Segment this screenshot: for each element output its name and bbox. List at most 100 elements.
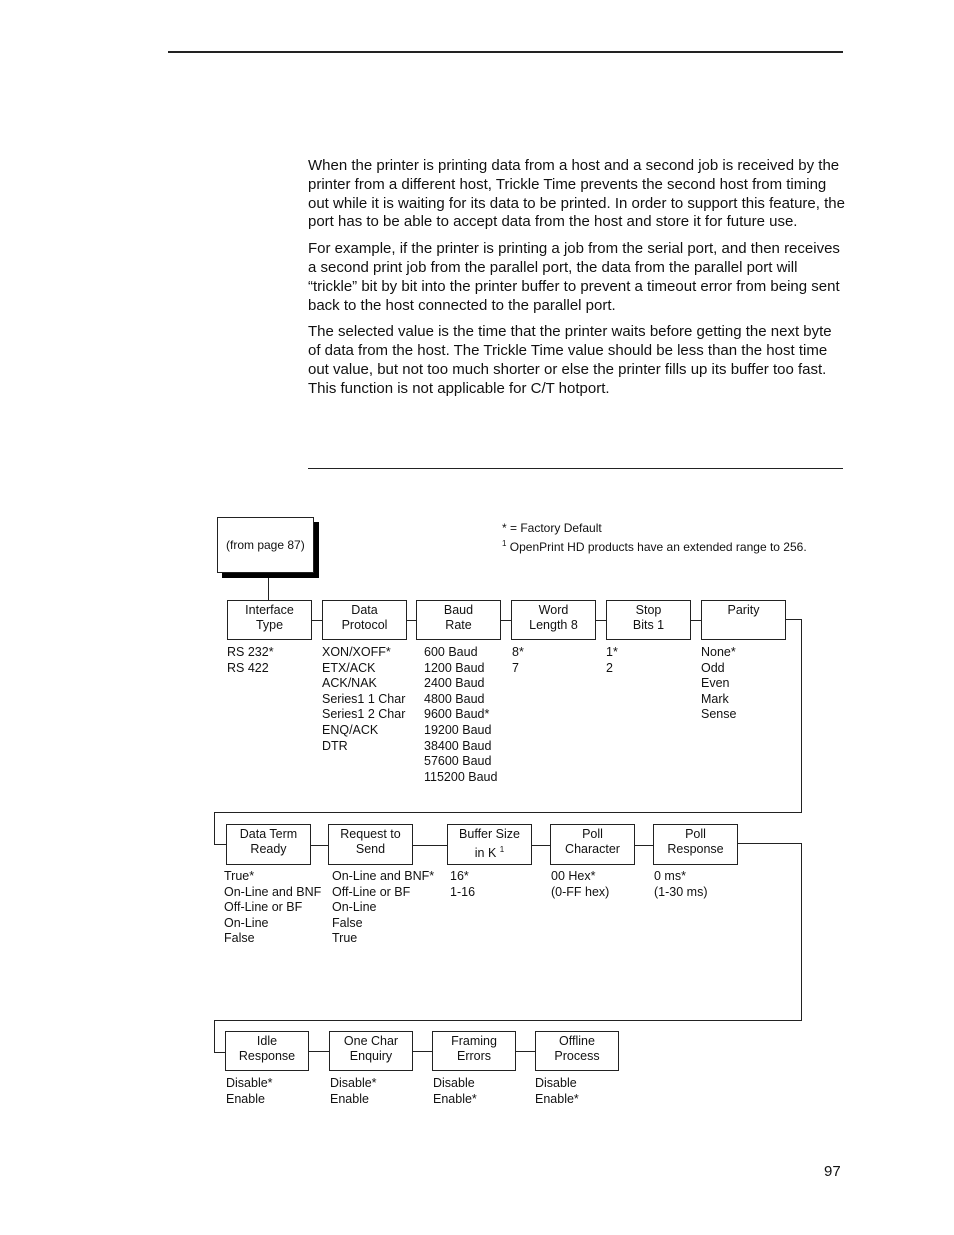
section-rule xyxy=(308,468,843,469)
connector-line xyxy=(214,812,215,845)
connector-line xyxy=(691,620,701,621)
option-item: Disable xyxy=(535,1076,577,1090)
connector-line xyxy=(413,845,447,846)
option-item: False xyxy=(224,931,255,946)
menu-node-framing-errors: Framing Errors xyxy=(432,1031,516,1071)
option-item: 1200 Baud xyxy=(424,660,485,675)
node-label-line2: Character xyxy=(551,842,634,857)
connector-line xyxy=(312,620,322,621)
option-list: Disable Enable* xyxy=(433,1076,477,1107)
connector-line xyxy=(516,1051,535,1052)
option-list: True* On-Line and BNF Off-Line or BF On-Lin… xyxy=(224,869,321,947)
option-list: 16* 1-16 xyxy=(450,869,475,900)
option-item: 115200 Baud xyxy=(424,769,498,784)
option-item: 38400 Baud xyxy=(424,738,492,753)
option-item: Enable xyxy=(226,1091,265,1106)
option-list: XON/XOFF* ETX/ACK ACK/NAK Series1 1 Char Ser… xyxy=(322,645,405,754)
option-item: RS 422 xyxy=(227,660,269,675)
node-label-line1: Poll xyxy=(685,827,706,841)
node-label-line1: Buffer Size xyxy=(459,827,520,841)
menu-node-stop-bits-1: Stop Bits 1 xyxy=(606,600,691,640)
node-label-line1: Word xyxy=(538,603,569,617)
node-label-line1: Offline xyxy=(559,1034,595,1048)
node-label-line1: Idle xyxy=(256,1034,278,1048)
connector-line xyxy=(214,844,226,845)
node-label-line1: Data Term xyxy=(239,827,298,841)
node-label-line1: Baud xyxy=(443,603,474,617)
option-item: Enable* xyxy=(535,1091,579,1106)
option-list: 1* 2 xyxy=(606,645,618,676)
node-label-line2: Errors xyxy=(433,1049,515,1064)
node-label-line2: Type xyxy=(228,618,311,633)
node-label-line1: Interface xyxy=(245,603,294,617)
page-number: 97 xyxy=(824,1163,841,1180)
node-label-text: Length 8 xyxy=(529,618,578,632)
node-label-line2: in K 1 xyxy=(448,842,531,861)
footnote-text: OpenPrint HD products have an extended r… xyxy=(509,540,807,554)
paragraph-2: For example, if the printer is printing … xyxy=(308,240,840,314)
connector-line xyxy=(214,812,802,813)
node-label-line1: Parity xyxy=(727,603,760,617)
option-item: 600 Baud xyxy=(424,645,478,659)
option-item: 4800 Baud xyxy=(424,691,485,706)
node-label-line2: Ready xyxy=(227,842,310,857)
from-page-label: (from page 87) xyxy=(226,538,305,552)
node-label-text: in K xyxy=(474,846,497,861)
footnote-mark: 1 xyxy=(502,539,507,548)
option-item: (0-FF hex) xyxy=(551,884,610,899)
node-label-line1: Request to xyxy=(340,827,401,841)
option-item: True xyxy=(332,931,358,946)
option-list: Disable* Enable xyxy=(226,1076,273,1107)
option-item: On-Line xyxy=(332,900,377,915)
menu-node-word-length-8: Word Length 8 xyxy=(511,600,596,640)
option-item: ACK/NAK xyxy=(322,676,377,691)
option-item: 2400 Baud xyxy=(424,676,485,691)
option-list: 0 ms* (1-30 ms) xyxy=(654,869,707,900)
node-label-line2: Response xyxy=(654,842,737,857)
from-page-box: (from page 87) xyxy=(217,517,314,573)
option-item: Odd xyxy=(701,660,725,675)
menu-node-poll-character: Poll Character xyxy=(550,824,635,865)
option-item: On-Line and BNF xyxy=(224,884,322,899)
node-label-text: Character xyxy=(565,842,620,856)
node-label-text: Rate xyxy=(445,618,472,632)
option-item: On-Line and BNF* xyxy=(332,869,435,883)
connector-line xyxy=(407,620,416,621)
connector-line xyxy=(635,845,653,846)
option-item: Enable xyxy=(330,1091,369,1106)
option-list: None* Odd Even Mark Sense xyxy=(701,645,736,723)
connector-line xyxy=(214,1020,802,1021)
menu-node-data-protocol: Data Protocol xyxy=(322,600,407,640)
option-item: Off-Line or BF xyxy=(224,900,303,915)
connector-line xyxy=(738,843,801,844)
node-label-text: Protocol xyxy=(341,618,388,632)
option-item: 1* xyxy=(606,645,618,659)
option-item: Off-Line or BF xyxy=(332,884,411,899)
option-list: 8* 7 xyxy=(512,645,524,676)
option-item: 9600 Baud* xyxy=(424,707,490,722)
connector-line xyxy=(801,619,802,812)
option-list: Disable Enable* xyxy=(535,1076,579,1107)
option-item: 16* xyxy=(450,869,469,883)
option-list: 600 Baud 1200 Baud 2400 Baud 4800 Baud 9600 … xyxy=(424,645,497,785)
node-label-line1: Data xyxy=(351,603,378,617)
menu-node-offline-process: Offline Process xyxy=(535,1031,619,1071)
option-list: Disable* Enable xyxy=(330,1076,377,1107)
option-item: ENQ/ACK xyxy=(322,722,379,737)
node-label-line2: Send xyxy=(329,842,412,857)
option-item: Disable xyxy=(433,1076,475,1090)
option-item: (1-30 ms) xyxy=(654,884,708,899)
connector-line xyxy=(413,1051,432,1052)
node-label-line2: Rate xyxy=(417,618,500,633)
node-label-line2: Length 8 xyxy=(512,618,595,633)
option-list: On-Line and BNF* Off-Line or BF On-Line Fal… xyxy=(332,869,434,947)
node-label-text: Enquiry xyxy=(349,1049,393,1063)
legend-default-note: * = Factory Default xyxy=(502,521,602,535)
connector-line xyxy=(532,845,550,846)
option-item: 19200 Baud xyxy=(424,722,492,737)
option-item: 00 Hex* xyxy=(551,869,596,883)
menu-node-buffer-size-in-k: Buffer Size in K 1 xyxy=(447,824,532,865)
menu-node-interface-type: Interface Type xyxy=(227,600,312,640)
footnote-ref: 1 xyxy=(499,845,505,854)
node-label-line1: Poll xyxy=(582,827,603,841)
